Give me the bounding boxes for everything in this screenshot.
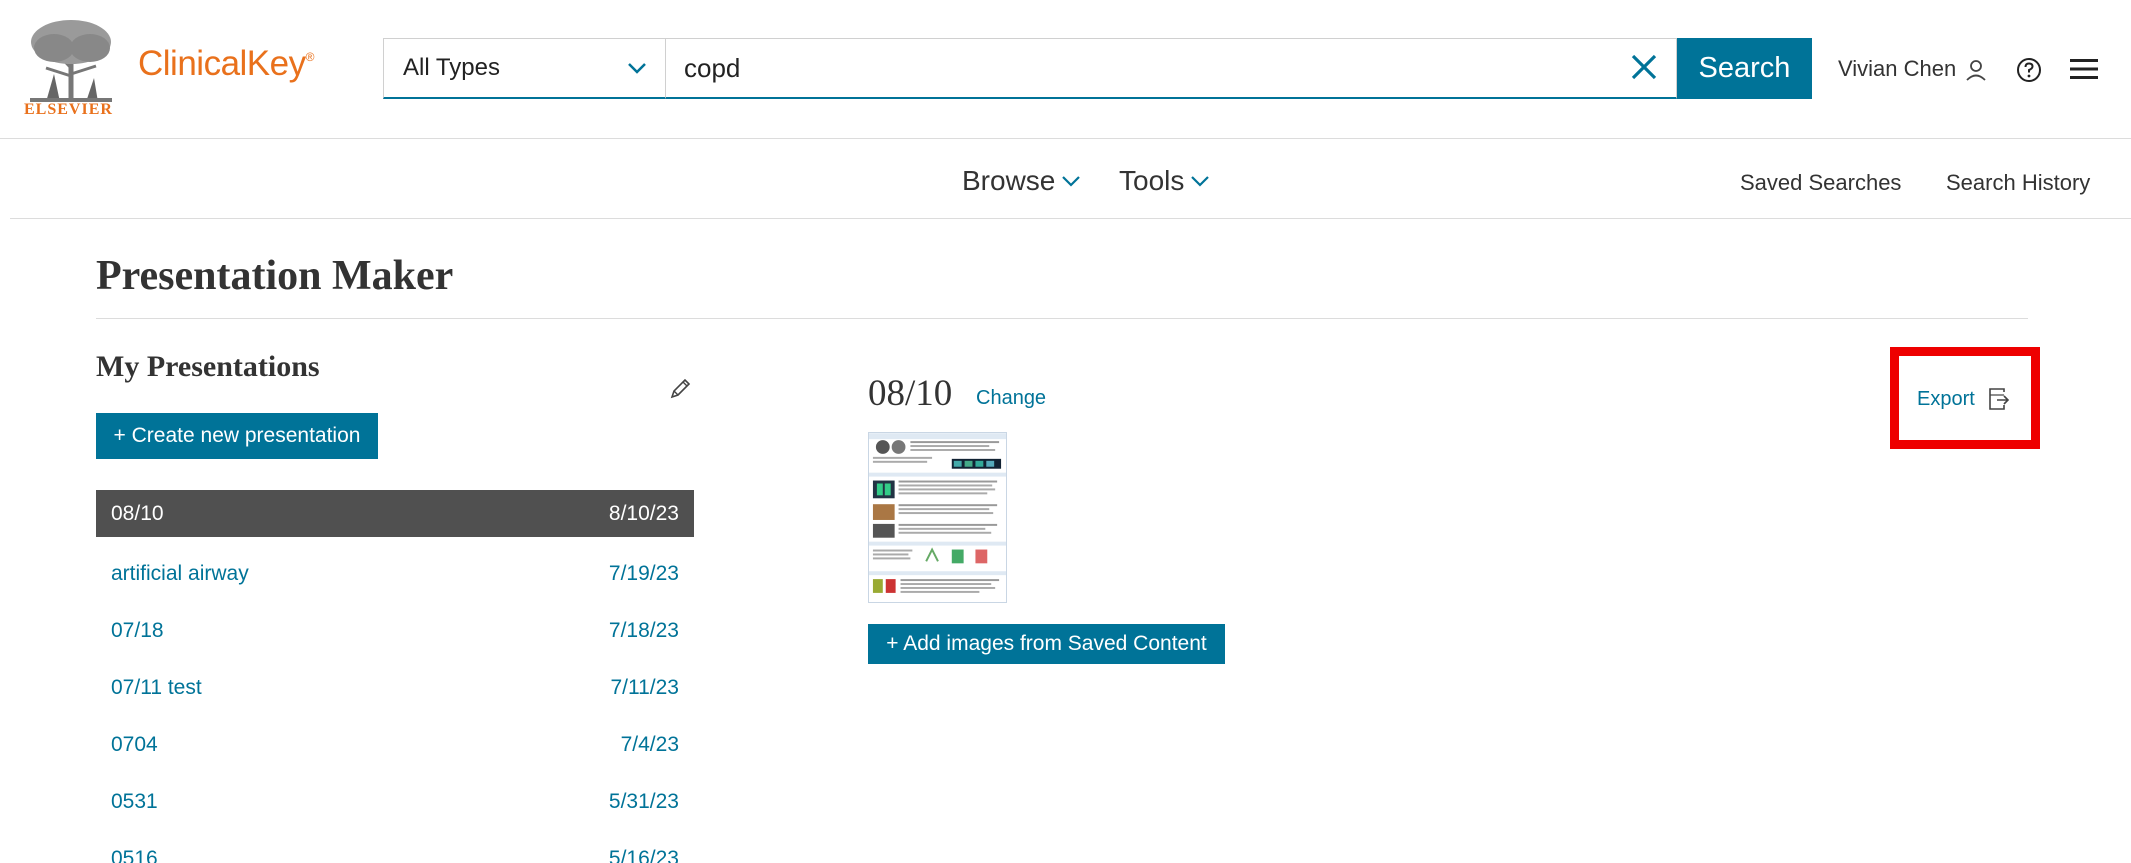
current-presentation-title: 08/10 bbox=[868, 373, 953, 414]
main-nav: Browse Tools Saved Searches Search Histo… bbox=[10, 139, 2131, 219]
list-item[interactable]: 0531 5/31/23 bbox=[96, 773, 694, 830]
presentation-date: 7/19/23 bbox=[608, 561, 679, 585]
trademark-mark: ® bbox=[305, 50, 315, 64]
divider bbox=[96, 318, 2028, 319]
user-icon[interactable] bbox=[1965, 58, 1987, 82]
help-icon[interactable] bbox=[2016, 57, 2042, 83]
presentation-list: 08/10 8/10/23 artificial airway 7/19/23 … bbox=[96, 490, 694, 863]
chevron-down-icon bbox=[1062, 176, 1081, 187]
presentation-name: 07/11 test bbox=[111, 675, 202, 699]
slide-thumbnail[interactable] bbox=[868, 432, 1007, 603]
change-presentation-link[interactable]: Change bbox=[976, 387, 1046, 410]
user-name[interactable]: Vivian Chen bbox=[1838, 56, 1956, 82]
pencil-icon[interactable] bbox=[668, 377, 692, 401]
nav-tools-label: Tools bbox=[1119, 165, 1185, 196]
search-query: copd bbox=[684, 52, 741, 83]
list-item[interactable]: 07/18 7/18/23 bbox=[96, 602, 694, 659]
presentation-date: 5/31/23 bbox=[608, 789, 679, 813]
create-presentation-button[interactable]: + Create new presentation bbox=[96, 413, 378, 459]
list-item[interactable]: artificial airway 7/19/23 bbox=[96, 545, 694, 602]
presentation-date: 7/18/23 bbox=[608, 618, 679, 642]
presentation-date: 8/10/23 bbox=[608, 501, 679, 525]
presentation-date: 7/11/23 bbox=[610, 675, 679, 699]
presentation-date: 5/16/23 bbox=[608, 846, 679, 863]
nav-browse[interactable]: Browse bbox=[962, 165, 1081, 197]
chevron-down-icon bbox=[628, 63, 646, 74]
presentation-name: 0531 bbox=[111, 789, 158, 813]
presentation-date: 7/4/23 bbox=[620, 732, 679, 756]
saved-searches-link[interactable]: Saved Searches bbox=[1740, 170, 1901, 196]
list-item[interactable]: 08/10 8/10/23 bbox=[96, 490, 694, 537]
presentation-name: 07/18 bbox=[111, 618, 164, 642]
presentation-name: 08/10 bbox=[111, 501, 164, 525]
clinicalkey-wordmark: ClinicalKey bbox=[138, 44, 306, 83]
list-item[interactable]: 0516 5/16/23 bbox=[96, 830, 694, 863]
elsevier-tree-icon bbox=[24, 18, 118, 104]
elsevier-wordmark: ELSEVIER bbox=[24, 101, 113, 118]
clinicalkey-logo[interactable]: ClinicalKey® bbox=[138, 44, 314, 84]
my-presentations-heading: My Presentations bbox=[96, 350, 320, 383]
search-button[interactable]: Search bbox=[1677, 38, 1812, 99]
presentation-name: 0704 bbox=[111, 732, 158, 756]
clear-search-icon[interactable] bbox=[1629, 52, 1659, 82]
chevron-down-icon bbox=[1191, 176, 1210, 187]
presentation-name: artificial airway bbox=[111, 561, 249, 585]
nav-tools[interactable]: Tools bbox=[1119, 165, 1210, 197]
page-title: Presentation Maker bbox=[96, 253, 454, 299]
export-link[interactable]: Export bbox=[1917, 388, 1975, 411]
search-history-link[interactable]: Search History bbox=[1946, 170, 2090, 196]
nav-browse-label: Browse bbox=[962, 165, 1056, 196]
header: ELSEVIER ClinicalKey® All Types copd Sea… bbox=[0, 0, 2131, 139]
search-input[interactable]: copd bbox=[665, 38, 1677, 99]
list-item[interactable]: 0704 7/4/23 bbox=[96, 716, 694, 773]
add-images-button[interactable]: + Add images from Saved Content bbox=[868, 624, 1225, 664]
presentation-name: 0516 bbox=[111, 846, 158, 863]
content-type-value: All Types bbox=[403, 54, 500, 81]
list-item[interactable]: 07/11 test 7/11/23 bbox=[96, 659, 694, 716]
export-icon[interactable] bbox=[1988, 387, 2010, 411]
content-type-select[interactable]: All Types bbox=[383, 38, 665, 99]
hamburger-menu-icon[interactable] bbox=[2070, 58, 2098, 80]
